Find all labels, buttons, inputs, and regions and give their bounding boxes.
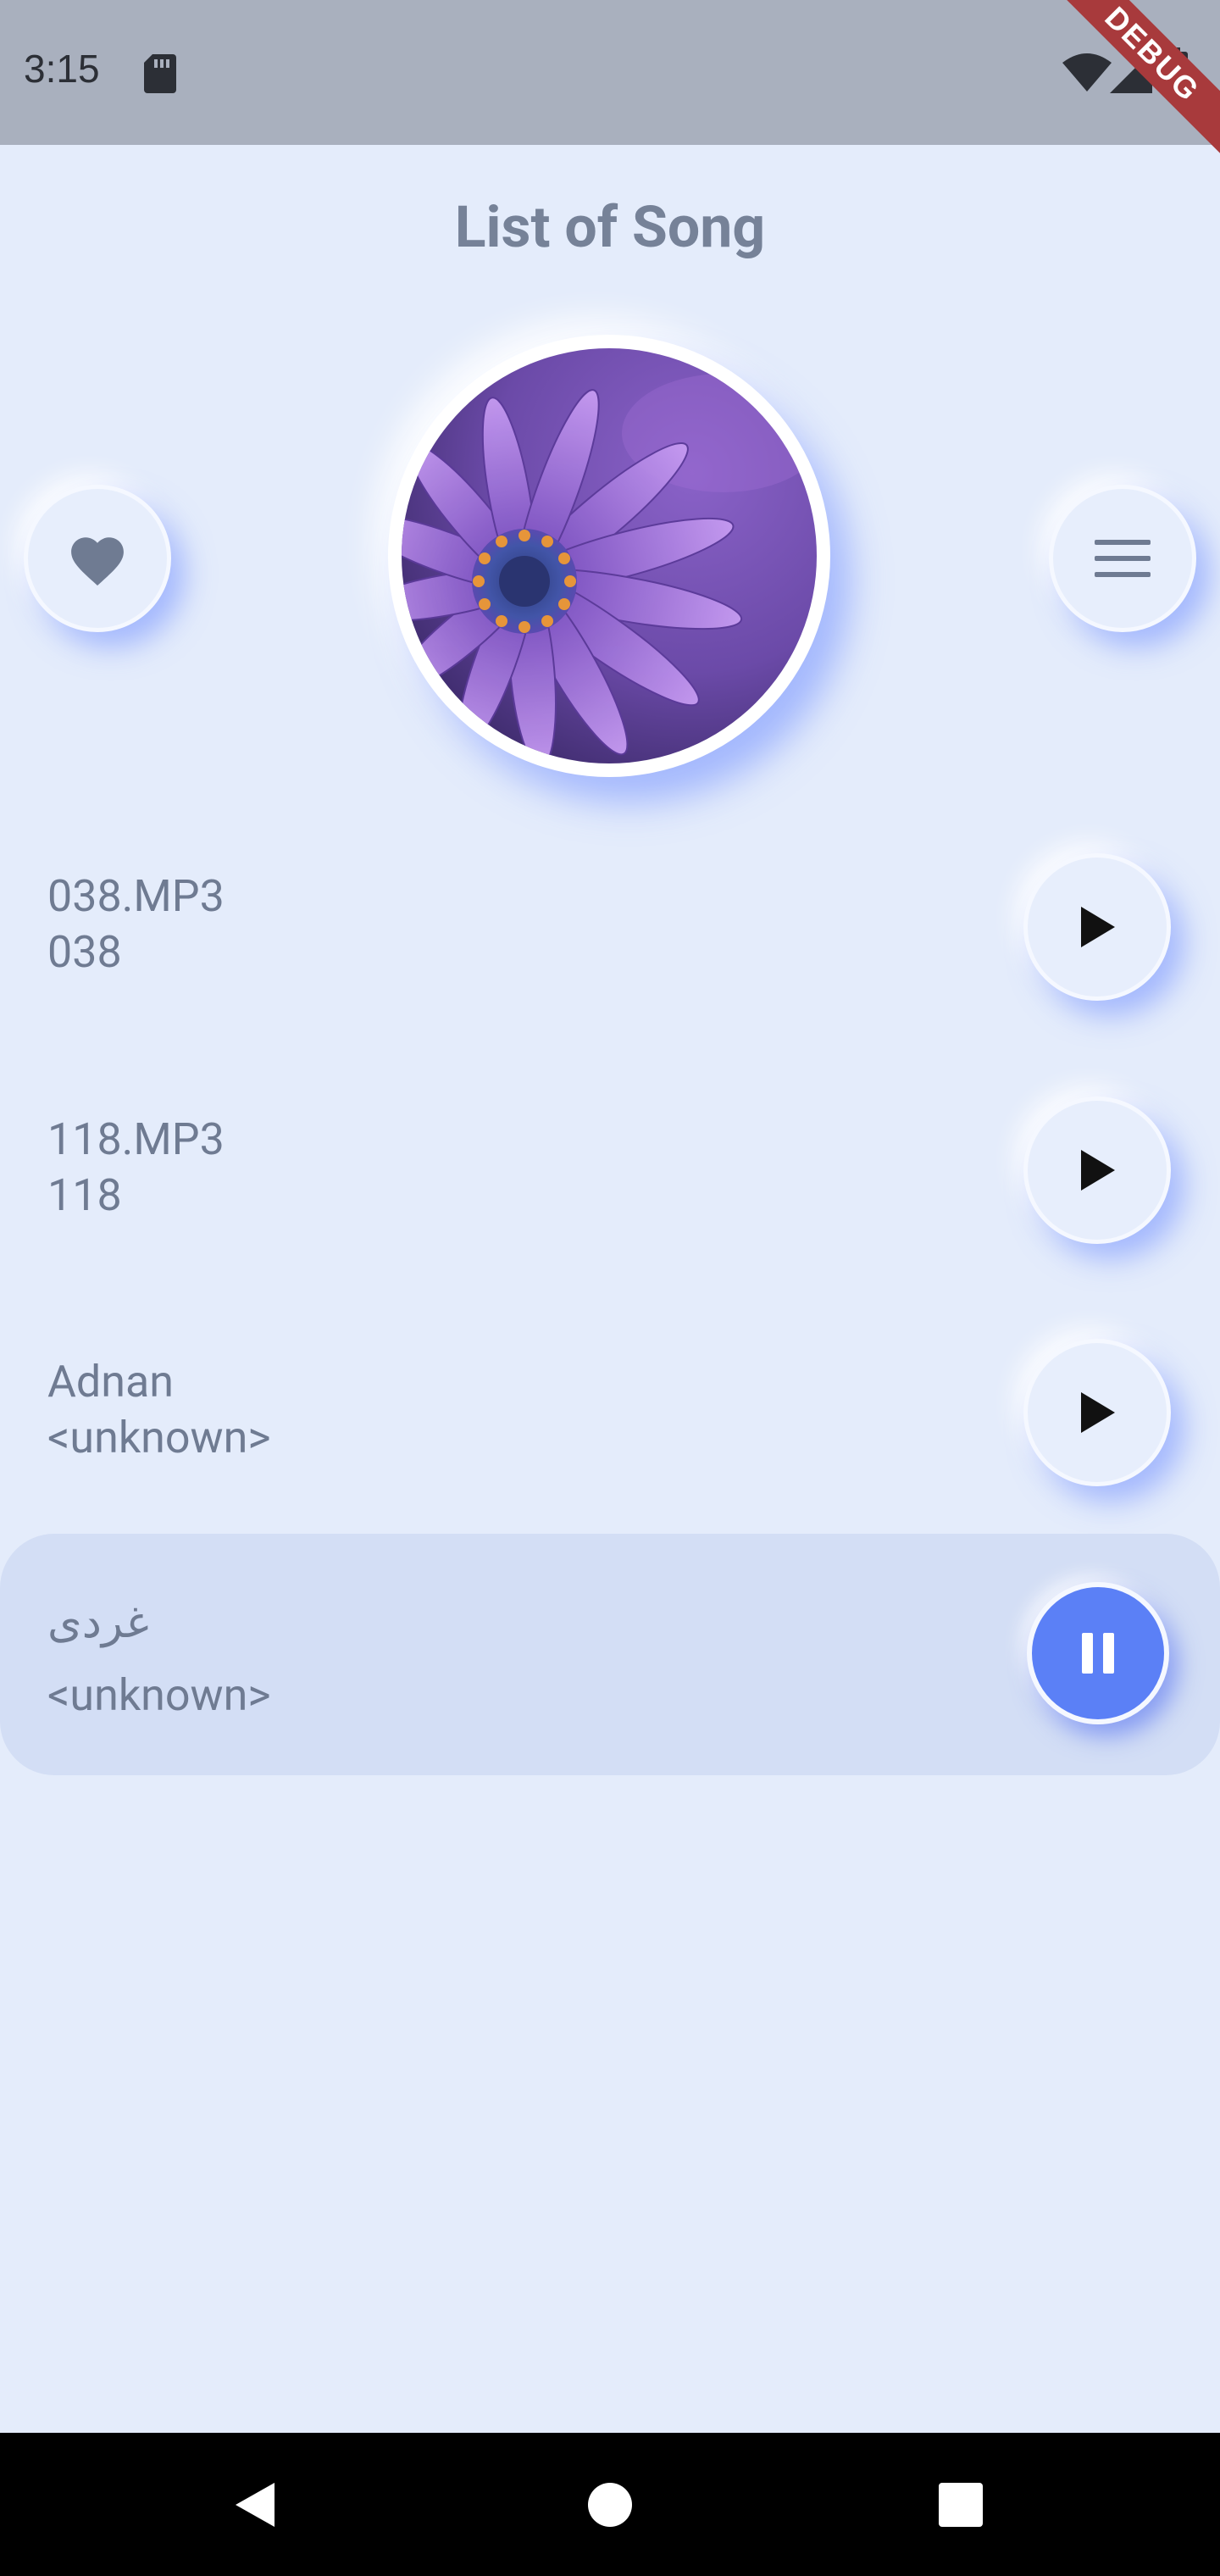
- favorite-button[interactable]: [24, 485, 171, 632]
- menu-button[interactable]: [1049, 485, 1196, 632]
- sd-card-icon: [144, 54, 176, 93]
- song-row[interactable]: 118.MP3 118: [0, 1074, 1220, 1269]
- pause-icon: [1082, 1633, 1114, 1674]
- recents-icon[interactable]: [937, 2481, 984, 2529]
- song-row-active[interactable]: غردی <unknown>: [0, 1534, 1220, 1775]
- song-title: 038.MP3: [47, 870, 225, 922]
- song-title: Adnan: [47, 1356, 174, 1407]
- song-row[interactable]: 038.MP3 038: [0, 830, 1220, 1025]
- album-art-frame: [388, 335, 830, 777]
- song-row[interactable]: Adnan <unknown>: [0, 1316, 1220, 1511]
- menu-icon: [1095, 540, 1151, 577]
- status-time: 3:15: [24, 47, 100, 91]
- play-icon: [1081, 1392, 1115, 1433]
- play-icon: [1081, 1150, 1115, 1191]
- page-title: List of Song: [454, 193, 766, 261]
- flower-image: [402, 348, 817, 763]
- play-icon: [1081, 907, 1115, 947]
- status-bar: 3:15: [0, 0, 1220, 145]
- album-art: [402, 348, 817, 763]
- song-artist: 118: [47, 1169, 122, 1221]
- song-artist: 038: [47, 926, 122, 978]
- song-artist: <unknown>: [47, 1669, 271, 1721]
- play-button[interactable]: [1023, 853, 1171, 1001]
- wifi-icon: [1062, 53, 1112, 92]
- song-title: غردی: [47, 1596, 149, 1648]
- play-button[interactable]: [1023, 1096, 1171, 1244]
- play-button[interactable]: [1023, 1339, 1171, 1486]
- heart-icon: [71, 537, 124, 586]
- song-artist: <unknown>: [47, 1412, 271, 1463]
- song-title: 118.MP3: [47, 1113, 225, 1165]
- back-icon[interactable]: [230, 2479, 278, 2530]
- pause-button[interactable]: [1027, 1582, 1169, 1724]
- home-icon[interactable]: [586, 2481, 634, 2529]
